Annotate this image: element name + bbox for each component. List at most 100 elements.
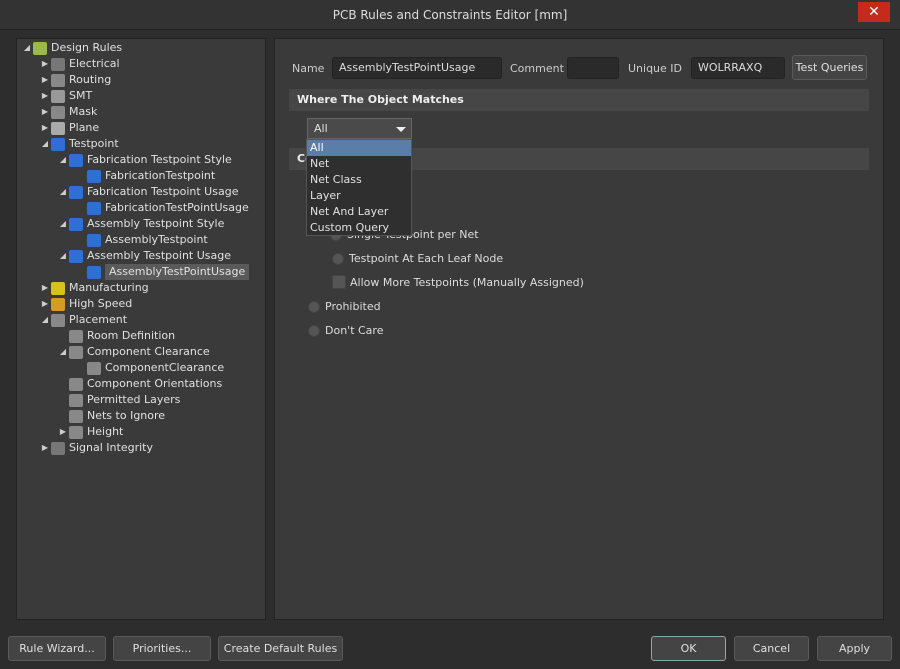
tree-item[interactable]: ▶ Electrical bbox=[39, 56, 120, 72]
ok-button[interactable]: OK bbox=[651, 636, 726, 661]
tree-item[interactable]: ▶ Signal Integrity bbox=[39, 440, 153, 456]
where-combo[interactable]: All bbox=[307, 118, 412, 139]
tree-item[interactable]: ▶ Plane bbox=[39, 120, 99, 136]
tree-item-label: Fabrication Testpoint Usage bbox=[87, 185, 239, 198]
radio-each-leaf-node[interactable]: Testpoint At Each Leaf Node bbox=[332, 252, 503, 265]
tree-item[interactable]: ▶ High Speed bbox=[39, 296, 132, 312]
expand-toggle-icon[interactable]: ◢ bbox=[21, 40, 33, 56]
radio-icon bbox=[308, 300, 320, 313]
chevron-down-icon bbox=[396, 127, 406, 132]
dropdown-option[interactable]: Layer bbox=[307, 188, 411, 204]
radio-prohibited[interactable]: Prohibited bbox=[308, 300, 381, 313]
tree-item-label: Testpoint bbox=[69, 137, 119, 150]
expand-toggle-icon[interactable]: ◢ bbox=[57, 152, 69, 168]
tree-item-label: High Speed bbox=[69, 297, 133, 310]
tree-item[interactable]: Permitted Layers bbox=[57, 392, 180, 408]
tree-item[interactable]: ◢ Placement bbox=[39, 312, 127, 328]
plane-icon bbox=[51, 121, 65, 135]
dropdown-option[interactable]: All bbox=[307, 140, 411, 156]
folder-icon bbox=[33, 41, 47, 55]
signal-integrity-icon bbox=[51, 441, 65, 455]
expand-toggle-icon[interactable]: ▶ bbox=[39, 88, 51, 104]
tree-item[interactable]: ▶ Routing bbox=[39, 72, 111, 88]
comment-input[interactable] bbox=[567, 57, 619, 79]
placement-icon bbox=[69, 409, 83, 423]
testpoint-icon bbox=[87, 201, 101, 215]
testpoint-icon bbox=[51, 137, 65, 151]
tree-item[interactable]: Nets to Ignore bbox=[57, 408, 165, 424]
apply-button[interactable]: Apply bbox=[817, 636, 892, 661]
title-bar: PCB Rules and Constraints Editor [mm] ✕ bbox=[0, 0, 900, 30]
expand-toggle-icon[interactable]: ▶ bbox=[39, 56, 51, 72]
tree-item[interactable]: ▶ Manufacturing bbox=[39, 280, 149, 296]
name-input[interactable]: AssemblyTestPointUsage bbox=[332, 57, 502, 79]
expand-toggle-icon[interactable]: ▶ bbox=[39, 440, 51, 456]
tree-item[interactable]: AssemblyTestPointUsage bbox=[75, 264, 250, 280]
dropdown-option[interactable]: Net bbox=[307, 156, 411, 172]
placement-icon bbox=[51, 313, 65, 327]
tree-item-label: Nets to Ignore bbox=[87, 409, 166, 422]
radio-label: Don't Care bbox=[325, 324, 384, 337]
tree-item[interactable]: AssemblyTestpoint bbox=[75, 232, 208, 248]
rule-editor-panel: Name AssemblyTestPointUsage Comment Uniq… bbox=[274, 38, 884, 620]
cancel-button[interactable]: Cancel bbox=[734, 636, 809, 661]
high-speed-icon bbox=[51, 297, 65, 311]
tree-item[interactable]: ◢ Assembly Testpoint Style bbox=[57, 216, 224, 232]
tree-item[interactable]: ◢ Fabrication Testpoint Style bbox=[57, 152, 232, 168]
expand-toggle-icon[interactable]: ▶ bbox=[39, 296, 51, 312]
expand-toggle-icon[interactable]: ◢ bbox=[57, 248, 69, 264]
tree-item[interactable]: FabricationTestPointUsage bbox=[75, 200, 249, 216]
expand-toggle-icon[interactable]: ◢ bbox=[57, 184, 69, 200]
rule-wizard-button[interactable]: Rule Wizard... bbox=[8, 636, 106, 661]
tree-item[interactable]: ◢ Assembly Testpoint Usage bbox=[57, 248, 231, 264]
dropdown-option[interactable]: Net And Layer bbox=[307, 204, 411, 220]
tree-item[interactable]: ◢ Testpoint bbox=[39, 136, 119, 152]
tree-item[interactable]: ◢ Design Rules bbox=[21, 40, 122, 56]
placement-icon bbox=[69, 393, 83, 407]
window-title: PCB Rules and Constraints Editor [mm] bbox=[332, 8, 568, 22]
tree-item-label: FabricationTestpoint bbox=[105, 169, 216, 182]
rules-tree: ◢ Design Rules ▶ Electrical ▶ Routing ▶ SMT ▶ Mas… bbox=[16, 38, 266, 620]
placement-icon bbox=[69, 377, 83, 391]
expand-toggle-icon[interactable]: ▶ bbox=[57, 424, 69, 440]
expand-toggle-icon[interactable]: ◢ bbox=[57, 216, 69, 232]
unique-id-label: Unique ID bbox=[628, 62, 683, 75]
test-queries-button[interactable]: Test Queries bbox=[792, 55, 867, 80]
radio-dont-care[interactable]: Don't Care bbox=[308, 324, 383, 337]
expand-toggle-icon[interactable]: ▶ bbox=[39, 104, 51, 120]
priorities-button[interactable]: Priorities... bbox=[113, 636, 211, 661]
expand-toggle-icon[interactable]: ◢ bbox=[39, 312, 51, 328]
expand-toggle-icon[interactable]: ▶ bbox=[39, 120, 51, 136]
tree-item[interactable]: ComponentClearance bbox=[75, 360, 224, 376]
tree-item[interactable]: ▶ Mask bbox=[39, 104, 97, 120]
tree-item[interactable]: ▶ Height bbox=[57, 424, 123, 440]
tree-item[interactable]: FabricationTestpoint bbox=[75, 168, 215, 184]
expand-toggle-icon[interactable]: ▶ bbox=[39, 280, 51, 296]
tree-item-label: FabricationTestPointUsage bbox=[105, 201, 249, 214]
radio-label: Testpoint At Each Leaf Node bbox=[349, 252, 504, 265]
comment-label: Comment bbox=[510, 62, 564, 75]
unique-id-input[interactable]: WOLRRAXQ bbox=[691, 57, 785, 79]
tree-item[interactable]: ◢ Component Clearance bbox=[57, 344, 210, 360]
close-button[interactable]: ✕ bbox=[858, 2, 890, 22]
testpoint-icon bbox=[69, 153, 83, 167]
create-default-rules-button[interactable]: Create Default Rules bbox=[218, 636, 343, 661]
tree-item-label: Height bbox=[87, 425, 124, 438]
expand-toggle-icon[interactable]: ◢ bbox=[57, 344, 69, 360]
tree-item-label: Mask bbox=[69, 105, 98, 118]
tree-item[interactable]: ◢ Fabrication Testpoint Usage bbox=[57, 184, 238, 200]
dropdown-option[interactable]: Net Class bbox=[307, 172, 411, 188]
expand-toggle-icon[interactable]: ◢ bbox=[39, 136, 51, 152]
checkbox-allow-more[interactable]: Allow More Testpoints (Manually Assigned… bbox=[332, 275, 584, 289]
expand-toggle-icon[interactable]: ▶ bbox=[39, 72, 51, 88]
manufacturing-icon bbox=[51, 281, 65, 295]
dropdown-option[interactable]: Custom Query bbox=[307, 220, 411, 236]
tree-item[interactable]: Room Definition bbox=[57, 328, 175, 344]
tree-item-label: Room Definition bbox=[87, 329, 176, 342]
checkbox-icon bbox=[332, 275, 346, 289]
testpoint-icon bbox=[87, 233, 101, 247]
mask-icon bbox=[51, 105, 65, 119]
tree-item[interactable]: Component Orientations bbox=[57, 376, 222, 392]
testpoint-icon bbox=[69, 249, 83, 263]
tree-item[interactable]: ▶ SMT bbox=[39, 88, 92, 104]
